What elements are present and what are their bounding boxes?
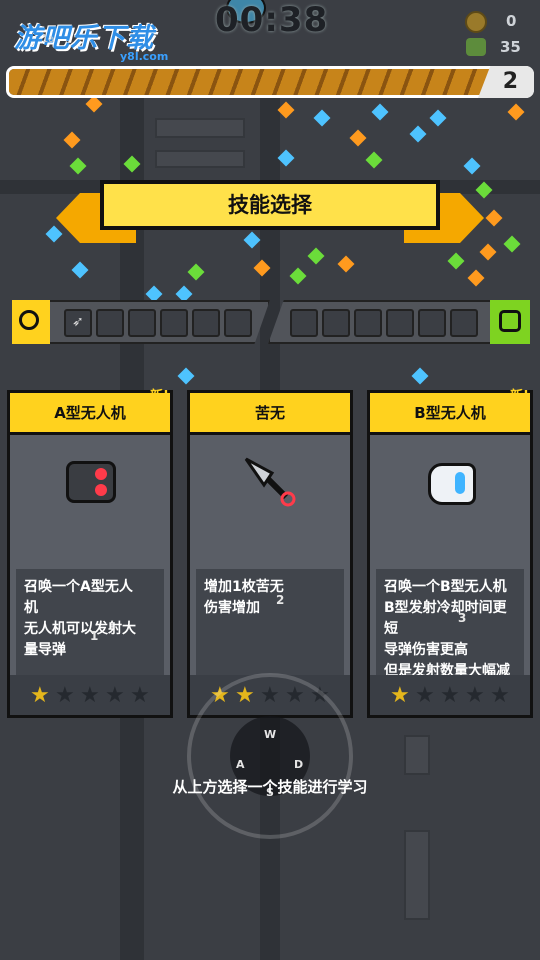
skill-card-body: 增加1枚苦无 伤害增加 2 (190, 435, 350, 709)
desc-line: 导弹伤害更高 (384, 642, 468, 658)
weapon-slot-4 (160, 309, 188, 337)
star-empty-icon: ★ (105, 683, 125, 708)
desc-line: 召唤一个A型无人 (24, 579, 133, 595)
skill-card-title: 苦无 (254, 404, 285, 422)
new-badge: 新! (510, 389, 529, 404)
desc-line: 增加1枚苦无 (204, 579, 284, 595)
skill-card-drone-a[interactable]: A型无人机 新! 召唤一个A型无人 机 无人机可以发射大 量导弹 1 ★ ★ ★ ★ ★ (7, 389, 173, 718)
skill-card-title: B型无人机 (414, 404, 486, 422)
skill-star-rating: ★ ★ ★ ★ ★ (10, 675, 170, 715)
kunai-icon (244, 457, 296, 507)
skill-card-kunai[interactable]: 苦无 增加1枚苦无 伤害增加 2 ★ ★ ★ ★ ★ (187, 390, 353, 718)
passive-slot-2 (322, 309, 350, 337)
passive-slot-1 (290, 309, 318, 337)
key-d-label: D (294, 758, 304, 771)
crosshair-weapon-icon (12, 300, 50, 344)
experience-bar (6, 66, 534, 98)
drone-a-icon (66, 461, 116, 503)
kill-count: 35 (500, 38, 521, 56)
desc-line: 量导弹 (24, 642, 66, 658)
weapon-slot-2 (96, 309, 124, 337)
survival-timer: 00:38 (215, 0, 329, 40)
skill-card-body: 召唤一个A型无人 机 无人机可以发射大 量导弹 1 (10, 435, 170, 709)
level-number: 2 (502, 69, 518, 94)
star-empty-icon: ★ (465, 683, 485, 708)
passive-slot-3 (354, 309, 382, 337)
map-building (155, 118, 245, 138)
map-building (404, 830, 430, 920)
desc-line: 短 (384, 621, 398, 637)
new-badge: 新! (150, 389, 169, 404)
card-index-number: 2 (276, 593, 285, 607)
passive-slot-4 (386, 309, 414, 337)
skill-card-drone-b[interactable]: B型无人机 新! 召唤一个B型无人机 B型发射冷却时间更 短 导弹伤害更高 但是… (367, 389, 533, 718)
site-watermark-url: y8l.com (120, 50, 169, 63)
star-empty-icon: ★ (440, 683, 460, 708)
star-empty-icon: ★ (490, 683, 510, 708)
skill-card-header: 苦无 (190, 393, 350, 435)
coin-count: 0 (506, 12, 517, 30)
skill-select-banner: 技能选择 (100, 180, 440, 230)
star-empty-icon: ★ (130, 683, 150, 708)
desc-line: 机 (24, 600, 38, 616)
desc-line: B型发射冷却时间更 (384, 600, 507, 616)
weapon-slot-bar: ➶ (12, 300, 270, 344)
kunai-slot-icon: ➶ (72, 314, 84, 330)
map-building (404, 735, 430, 775)
star-filled-icon: ★ (30, 683, 50, 708)
star-empty-icon: ★ (55, 683, 75, 708)
skill-card-title: A型无人机 (54, 404, 126, 422)
key-a-label: A (236, 758, 245, 771)
weapon-slot-6 (224, 309, 252, 337)
key-w-label: W (264, 728, 277, 741)
coin-icon (465, 11, 487, 33)
desc-line: 伤害增加 (204, 600, 260, 616)
star-filled-icon: ★ (390, 683, 410, 708)
passive-slot-5 (418, 309, 446, 337)
skill-card-header: B型无人机 (370, 393, 530, 435)
card-index-number: 3 (458, 611, 467, 625)
star-empty-icon: ★ (80, 683, 100, 708)
skill-card-body: 召唤一个B型无人机 B型发射冷却时间更 短 导弹伤害更高 但是发射数量大幅减 少… (370, 435, 530, 709)
weapon-slot-1: ➶ (64, 309, 92, 337)
star-empty-icon: ★ (415, 683, 435, 708)
skill-select-hint: 从上方选择一个技能进行学习 (172, 778, 368, 796)
weapon-slot-3 (128, 309, 156, 337)
skill-card-header: A型无人机 (10, 393, 170, 435)
skull-kill-icon (466, 38, 486, 56)
desc-line: 召唤一个B型无人机 (384, 579, 507, 595)
weapon-slot-5 (192, 309, 220, 337)
drone-b-icon (428, 463, 476, 505)
experience-bar-fill (9, 69, 505, 95)
banner-title: 技能选择 (228, 193, 312, 217)
passive-item-icon (490, 300, 530, 344)
card-index-number: 1 (90, 629, 99, 643)
map-building (155, 150, 245, 168)
hud-small-label: 1a (42, 34, 55, 45)
passive-slot-6 (450, 309, 478, 337)
skill-star-rating: ★ ★ ★ ★ ★ (370, 675, 530, 715)
